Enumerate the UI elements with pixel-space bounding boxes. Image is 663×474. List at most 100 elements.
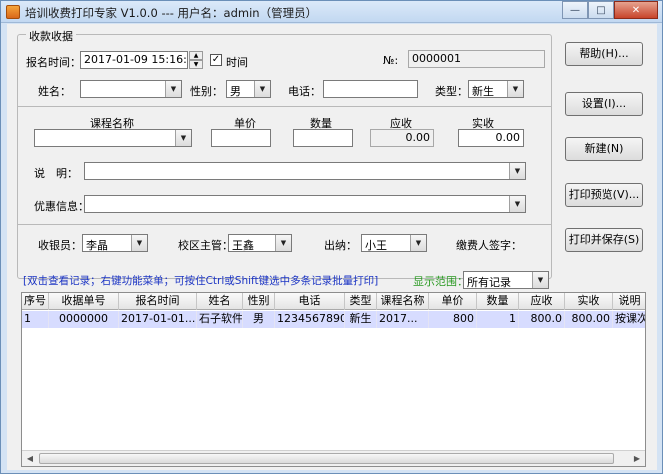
- table-cell: 800: [429, 311, 477, 328]
- table-cell: 800.00: [565, 311, 613, 328]
- dropdown-arrow-icon[interactable]: ▼: [509, 163, 525, 179]
- print-save-button[interactable]: 打印并保存(S): [565, 228, 643, 252]
- receipt-groupbox: 收款收据 报名时间： 2017-01-09 15:16:58 ▲ ▼ ✓ 时间 …: [17, 28, 552, 279]
- column-header[interactable]: 电话: [275, 293, 345, 310]
- help-button[interactable]: 帮助(H)...: [565, 42, 643, 66]
- column-header[interactable]: 数量: [477, 293, 519, 310]
- table-cell: 按课次...: [613, 311, 645, 328]
- discount-combo[interactable]: ▼: [84, 195, 526, 213]
- type-combo[interactable]: 新生 ▼: [468, 80, 524, 98]
- range-label: 显示范围：: [413, 275, 468, 288]
- receipt-no-label: №:: [383, 54, 399, 67]
- dropdown-arrow-icon[interactable]: ▼: [507, 81, 523, 97]
- column-header[interactable]: 收据单号: [49, 293, 119, 310]
- dropdown-arrow-icon[interactable]: ▼: [509, 196, 525, 212]
- column-header[interactable]: 单价: [429, 293, 477, 310]
- print-preview-button[interactable]: 打印预览(V)...: [565, 183, 643, 207]
- dropdown-arrow-icon[interactable]: ▼: [165, 81, 181, 97]
- cashier-combo[interactable]: 李晶 ▼: [82, 234, 148, 252]
- column-header[interactable]: 应收: [519, 293, 565, 310]
- signup-time-spinner[interactable]: ▲ ▼: [189, 51, 203, 69]
- list-hint: [双击查看记录；右键功能菜单；可按住Ctrl或Shift键选中多条记录批量打印]: [23, 275, 379, 287]
- payer-sign-label: 缴费人签字：: [456, 239, 522, 252]
- signup-time-field[interactable]: 2017-01-09 15:16:58: [80, 51, 188, 69]
- close-button[interactable]: ✕: [614, 1, 658, 19]
- dropdown-arrow-icon[interactable]: ▼: [275, 235, 291, 251]
- column-header[interactable]: 序号: [22, 293, 49, 310]
- phone-label: 电话：: [288, 85, 321, 98]
- director-combo[interactable]: 王鑫 ▼: [228, 234, 292, 252]
- gender-label: 性别：: [190, 85, 223, 98]
- column-header[interactable]: 类型: [345, 293, 377, 310]
- spin-up-icon[interactable]: ▲: [189, 51, 203, 60]
- table-cell: 1: [22, 311, 49, 328]
- horizontal-scrollbar[interactable]: ◀ ▶: [22, 450, 645, 466]
- table-cell: 2017-01-01...: [119, 311, 197, 328]
- maximize-button[interactable]: □: [588, 1, 614, 19]
- table-header: 序号 收据单号 报名时间 姓名 性别 电话 类型 课程名称 单价 数量 应收 实收 说明: [22, 293, 645, 310]
- table-cell: 800.0: [519, 311, 565, 328]
- window-controls: — □ ✕: [562, 1, 658, 20]
- column-header[interactable]: 姓名: [197, 293, 243, 310]
- name-combo[interactable]: ▼: [80, 80, 182, 98]
- title-bar: 培训收费打印专家 V1.0.0 --- 用户名：admin（管理员） — □ ✕: [1, 1, 662, 23]
- paid-field[interactable]: 0.00: [458, 129, 524, 147]
- column-header[interactable]: 报名时间: [119, 293, 197, 310]
- scroll-right-icon[interactable]: ▶: [629, 451, 645, 466]
- dropdown-arrow-icon[interactable]: ▼: [131, 235, 147, 251]
- director-label: 校区主管：: [178, 239, 233, 252]
- time-checkbox[interactable]: ✓: [210, 54, 222, 66]
- issuer-value: 小王: [365, 239, 387, 252]
- settings-button[interactable]: 设置(I)...: [565, 92, 643, 116]
- spin-down-icon[interactable]: ▼: [189, 60, 203, 69]
- column-header[interactable]: 实收: [565, 293, 613, 310]
- type-value: 新生: [472, 85, 494, 98]
- table-cell: 12345678901: [275, 311, 345, 328]
- separator: [18, 224, 551, 225]
- table-cell: 2017...: [377, 311, 429, 328]
- director-value: 王鑫: [232, 239, 254, 252]
- table-cell: 石子软件: [197, 311, 243, 328]
- course-combo[interactable]: ▼: [34, 129, 192, 147]
- new-button[interactable]: 新建(N): [565, 137, 643, 161]
- column-header[interactable]: 说明: [613, 293, 645, 310]
- note-combo[interactable]: ▼: [84, 162, 526, 180]
- name-label: 姓名：: [38, 85, 71, 98]
- dropdown-arrow-icon[interactable]: ▼: [254, 81, 270, 97]
- scroll-left-icon[interactable]: ◀: [22, 451, 38, 466]
- range-combo[interactable]: 所有记录 ▼: [463, 271, 549, 289]
- gender-value: 男: [230, 85, 241, 98]
- groupbox-title: 收款收据: [26, 28, 76, 44]
- dropdown-arrow-icon[interactable]: ▼: [410, 235, 426, 251]
- discount-label: 优惠信息：: [34, 200, 89, 213]
- qty-field[interactable]: [293, 129, 353, 147]
- app-icon: [6, 5, 20, 19]
- time-checkbox-label: 时间: [226, 56, 248, 69]
- due-field: 0.00: [370, 129, 434, 147]
- table-cell: 男: [243, 311, 275, 328]
- column-header[interactable]: 课程名称: [377, 293, 429, 310]
- signup-time-label: 报名时间：: [26, 56, 81, 69]
- dropdown-arrow-icon[interactable]: ▼: [175, 130, 191, 146]
- dropdown-arrow-icon[interactable]: ▼: [532, 272, 548, 288]
- window-title: 培训收费打印专家 V1.0.0 --- 用户名：admin（管理员）: [25, 6, 318, 20]
- client-area: 收款收据 报名时间： 2017-01-09 15:16:58 ▲ ▼ ✓ 时间 …: [7, 24, 657, 470]
- issuer-label: 出纳：: [324, 239, 357, 252]
- separator: [18, 106, 551, 107]
- price-field[interactable]: [211, 129, 271, 147]
- minimize-button[interactable]: —: [562, 1, 588, 19]
- phone-field[interactable]: [323, 80, 418, 98]
- receipt-no-field: 0000001: [408, 50, 545, 68]
- table-cell: 0000000: [49, 311, 119, 328]
- scroll-thumb[interactable]: [39, 453, 614, 464]
- type-label: 类型：: [435, 85, 468, 98]
- main-window: 培训收费打印专家 V1.0.0 --- 用户名：admin（管理员） — □ ✕…: [0, 0, 663, 474]
- records-table[interactable]: 序号 收据单号 报名时间 姓名 性别 电话 类型 课程名称 单价 数量 应收 实收 说明 1 000000…: [21, 292, 646, 467]
- table-cell: 1: [477, 311, 519, 328]
- issuer-combo[interactable]: 小王 ▼: [361, 234, 427, 252]
- range-value: 所有记录: [467, 276, 511, 289]
- column-header[interactable]: 性别: [243, 293, 275, 310]
- gender-combo[interactable]: 男 ▼: [226, 80, 271, 98]
- cashier-value: 李晶: [86, 239, 108, 252]
- table-row[interactable]: 100000002017-01-01...石子软件男12345678901新生2…: [22, 311, 645, 328]
